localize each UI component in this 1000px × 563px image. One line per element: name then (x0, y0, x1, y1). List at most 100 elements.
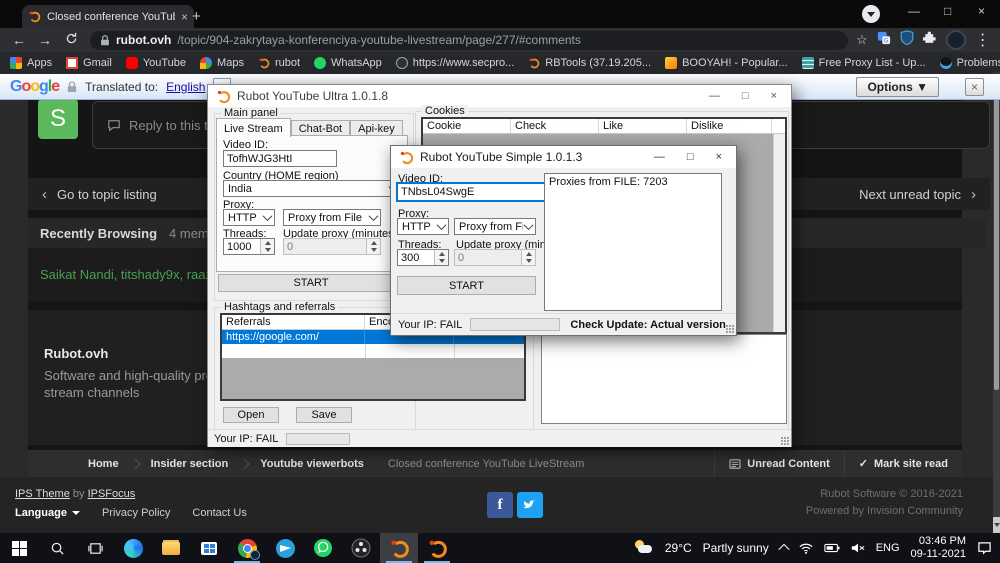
hidden-icons-chevron[interactable] (780, 544, 788, 552)
country-select[interactable]: India (223, 180, 401, 197)
referral-row-empty[interactable] (222, 344, 524, 358)
simple-minimize-icon[interactable]: — (654, 151, 665, 163)
proxies-listbox[interactable]: Proxies from FILE: 7203 (544, 173, 722, 311)
bookmark-whatsapp[interactable]: WhatsApp (314, 57, 382, 69)
save-button[interactable]: Save (296, 407, 352, 423)
browser-tab[interactable]: Closed conference YouTube Live × (22, 5, 194, 28)
bookmark-secpro[interactable]: https://www.secpro... (396, 57, 514, 69)
twitter-button[interactable] (517, 492, 543, 518)
cookies-col-dislike[interactable]: Dislike (687, 119, 772, 133)
back-icon[interactable]: ← (6, 32, 32, 48)
translate-options-button[interactable]: Options ▼ (856, 77, 939, 97)
cookies-col-like[interactable]: Like (599, 119, 687, 133)
facebook-button[interactable]: f (487, 492, 513, 518)
tab-close-icon[interactable]: × (181, 10, 188, 24)
simple-close-icon[interactable]: × (716, 151, 722, 163)
shield-extension-icon[interactable] (900, 30, 914, 50)
threads-stepper[interactable]: 1000 (223, 238, 275, 255)
taskbar-whatsapp-button[interactable] (304, 533, 342, 563)
mark-site-read-button[interactable]: ✓ Mark site read (844, 450, 962, 477)
simple-maximize-icon[interactable]: □ (687, 151, 694, 163)
language-indicator[interactable]: ENG (876, 542, 900, 554)
start-button[interactable] (0, 533, 38, 563)
ipsfocus-link[interactable]: IPSFocus (88, 488, 136, 500)
video-id-input[interactable] (223, 150, 337, 167)
taskbar-rubot-ultra-button[interactable] (380, 533, 418, 563)
action-center-icon[interactable] (977, 541, 992, 555)
avatar[interactable]: S (38, 99, 78, 139)
extensions-puzzle-icon[interactable] (923, 31, 937, 50)
rubot-simple-window[interactable]: Rubot YouTube Simple 1.0.1.3 — □ × Video… (390, 145, 737, 336)
breadcrumb-viewerbots[interactable]: Youtube viewerbots (248, 458, 376, 470)
resize-grip[interactable] (726, 325, 734, 333)
bookmark-gmail[interactable]: Gmail (66, 57, 112, 69)
unread-content-button[interactable]: Unread Content (714, 450, 844, 477)
simple-start-button[interactable]: START (397, 276, 536, 295)
bookmark-star-icon[interactable]: ☆ (856, 32, 868, 48)
proxy-source-select[interactable]: Proxy from File (283, 209, 381, 226)
weather-temp[interactable]: 29°C (665, 541, 692, 555)
scroll-down-icon[interactable] (993, 517, 1000, 533)
page-scrollbar[interactable] (993, 72, 1000, 533)
contact-us-link[interactable]: Contact Us (192, 507, 246, 519)
threads-stepper[interactable]: 300 (397, 249, 449, 266)
cookies-scrollbar[interactable] (773, 134, 785, 332)
taskbar-chrome-button[interactable] (228, 533, 266, 563)
weather-icon[interactable] (634, 540, 654, 556)
task-view-button[interactable] (76, 533, 114, 563)
ultra-start-button[interactable]: START (218, 274, 404, 292)
referrals-col[interactable]: Referrals (222, 315, 365, 329)
simple-title-bar[interactable]: Rubot YouTube Simple 1.0.1.3 — □ × (391, 146, 736, 168)
bookmark-freeproxy[interactable]: Free Proxy List - Up... (802, 57, 926, 69)
taskbar-edge-button[interactable] (114, 533, 152, 563)
volume-muted-icon[interactable] (851, 542, 865, 554)
proxy-type-select[interactable]: HTTP (223, 209, 275, 226)
breadcrumb-home[interactable]: Home (28, 458, 131, 470)
cookies-col-check[interactable]: Check (511, 119, 599, 133)
browser-menu-icon[interactable]: ⋮ (975, 30, 991, 50)
ultra-minimize-icon[interactable]: — (709, 90, 720, 102)
address-bar[interactable]: rubot.ovh /topic/904-zakrytaya-konferenc… (90, 31, 848, 50)
bookmark-maps[interactable]: Maps (200, 57, 244, 69)
proxy-type-select[interactable]: HTTP (397, 218, 449, 235)
taskbar-telegram-button[interactable] (266, 533, 304, 563)
browser-profile-icon[interactable] (862, 5, 880, 23)
translate-page-icon[interactable]: G (877, 31, 891, 50)
bookmark-booyah[interactable]: BOOYAH! - Popular... (665, 57, 788, 69)
window-close-icon[interactable]: × (978, 4, 985, 18)
browser-avatar[interactable] (946, 30, 966, 50)
privacy-policy-link[interactable]: Privacy Policy (102, 507, 170, 519)
window-restore-icon[interactable]: □ (944, 4, 951, 18)
translate-close-button[interactable]: × (965, 78, 984, 96)
bookmark-apps[interactable]: Apps (10, 57, 52, 69)
new-tab-button[interactable]: + (192, 8, 201, 25)
ultra-close-icon[interactable]: × (771, 90, 777, 102)
video-id-input[interactable] (397, 183, 548, 201)
weather-condition[interactable]: Partly sunny (703, 541, 769, 555)
ultra-title-bar[interactable]: Rubot YouTube Ultra 1.0.1.8 — □ × (208, 85, 791, 107)
cookies-log-listbox[interactable] (541, 334, 787, 424)
open-button[interactable]: Open (223, 407, 279, 423)
taskbar-clock[interactable]: 03:46 PM 09-11-2021 (911, 535, 966, 561)
bookmark-rbtools[interactable]: RBTools (37.19.205... (528, 57, 651, 69)
resize-grip[interactable] (781, 437, 789, 445)
breadcrumb-insider[interactable]: Insider section (139, 458, 241, 470)
bookmark-problems[interactable]: Problems | Bugs |... (940, 57, 1000, 69)
cookies-col-cookie[interactable]: Cookie (423, 119, 511, 133)
bookmark-rubot[interactable]: rubot (258, 57, 300, 69)
bookmark-youtube[interactable]: YouTube (126, 57, 186, 69)
ips-theme-link[interactable]: IPS Theme (15, 488, 70, 500)
wifi-icon[interactable] (799, 543, 813, 554)
taskbar-explorer-button[interactable] (152, 533, 190, 563)
taskbar-rubot-simple-button[interactable] (418, 533, 456, 563)
proxy-source-select[interactable]: Proxy from File (454, 218, 536, 235)
taskbar-obs-button[interactable] (342, 533, 380, 563)
taskbar-store-button[interactable] (190, 533, 228, 563)
taskbar-search-button[interactable] (38, 533, 76, 563)
scrollbar-thumb[interactable] (994, 90, 999, 390)
window-minimize-icon[interactable]: — (908, 4, 920, 18)
language-menu[interactable]: Language (15, 507, 80, 519)
translate-language-link[interactable]: English (166, 80, 205, 94)
ultra-maximize-icon[interactable]: □ (742, 90, 749, 102)
battery-icon[interactable] (824, 543, 840, 553)
